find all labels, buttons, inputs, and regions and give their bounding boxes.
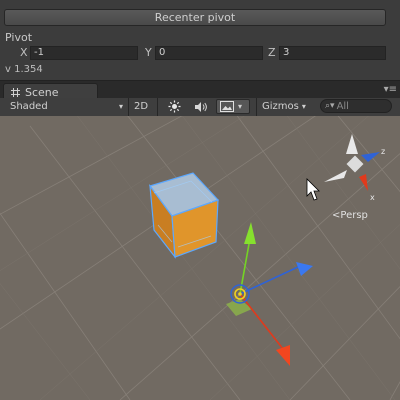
scene-search-input[interactable]: ⌕▾ All bbox=[320, 99, 392, 113]
gizmo-z-label: z bbox=[381, 147, 385, 156]
chevron-down-icon: ▾ bbox=[301, 102, 306, 111]
shading-mode-dropdown[interactable]: Shaded ▾ bbox=[10, 99, 125, 114]
projection-toggle[interactable]: <Persp bbox=[332, 210, 368, 221]
gizmo-x-label: x bbox=[370, 193, 375, 202]
mode-2d-toggle[interactable]: 2D bbox=[134, 99, 154, 114]
pivot-label: Pivot bbox=[5, 31, 33, 44]
inspector-panel: Recenter pivot Pivot X -1 Y 0 Z 3 v 1.35… bbox=[0, 0, 400, 80]
lighting-toggle[interactable] bbox=[165, 99, 183, 114]
gizmos-label: Gizmos bbox=[262, 101, 299, 112]
gizmo-y-cone[interactable] bbox=[346, 134, 358, 154]
pivot-z-field[interactable]: 3 bbox=[279, 46, 386, 60]
pivot-z-label: Z bbox=[268, 46, 276, 59]
gizmo-y-arrow[interactable] bbox=[244, 222, 256, 244]
gizmos-dropdown[interactable]: Gizmos ▾ bbox=[262, 99, 312, 114]
chevron-down-icon: ▾ bbox=[238, 102, 243, 111]
grid-icon bbox=[11, 87, 20, 97]
gizmo-x-arrow[interactable] bbox=[276, 345, 290, 366]
tab-bar: Scene ▾≡ bbox=[0, 80, 400, 100]
scene-toolbar: Shaded ▾ 2D ▾ Gizmos ▾ ⌕▾ All bbox=[0, 98, 400, 117]
gizmo-z-cone[interactable] bbox=[361, 152, 380, 162]
audio-toggle[interactable] bbox=[192, 99, 210, 114]
toolbar-divider bbox=[157, 98, 158, 116]
image-icon bbox=[220, 101, 234, 112]
tab-menu-icon[interactable]: ▾≡ bbox=[384, 84, 397, 95]
ground-grid-faint bbox=[0, 116, 400, 400]
search-icon: ⌕▾ bbox=[325, 101, 335, 111]
effects-dropdown[interactable]: ▾ bbox=[216, 99, 250, 114]
search-placeholder: All bbox=[336, 100, 349, 112]
mouse-cursor-icon bbox=[306, 178, 320, 201]
pivot-y-field[interactable]: 0 bbox=[155, 46, 263, 60]
toolbar-divider bbox=[256, 98, 257, 116]
cube-object[interactable] bbox=[149, 172, 220, 259]
scene-view[interactable]: z x <Persp bbox=[0, 116, 400, 400]
gizmo-x-axis[interactable] bbox=[239, 293, 284, 350]
pivot-fields: X -1 Y 0 Z 3 bbox=[0, 46, 400, 60]
speaker-icon bbox=[195, 101, 207, 112]
pivot-x-field[interactable]: -1 bbox=[30, 46, 138, 60]
move-gizmo[interactable] bbox=[226, 222, 313, 366]
sun-icon bbox=[168, 100, 180, 113]
projection-label: Persp bbox=[340, 210, 368, 221]
chevron-down-icon: ▾ bbox=[118, 102, 123, 111]
pivot-x-label: X bbox=[20, 46, 28, 59]
orientation-gizmo[interactable]: z x bbox=[324, 134, 385, 202]
shading-mode-label: Shaded bbox=[10, 101, 48, 112]
recenter-pivot-button[interactable]: Recenter pivot bbox=[4, 9, 386, 26]
toolbar-divider bbox=[128, 98, 129, 116]
ground-grid bbox=[0, 116, 400, 400]
gizmo-z-arrow[interactable] bbox=[296, 262, 313, 276]
gizmo-plane-handle[interactable] bbox=[226, 299, 252, 316]
gizmo-neg-x-cone[interactable] bbox=[324, 170, 347, 182]
tab-scene-label: Scene bbox=[25, 85, 59, 99]
version-label: v 1.354 bbox=[5, 64, 43, 75]
recenter-pivot-label: Recenter pivot bbox=[154, 11, 236, 24]
scene-viewport[interactable]: z x bbox=[0, 116, 400, 400]
pivot-y-label: Y bbox=[145, 46, 152, 59]
gizmo-center-cube[interactable] bbox=[346, 155, 364, 173]
